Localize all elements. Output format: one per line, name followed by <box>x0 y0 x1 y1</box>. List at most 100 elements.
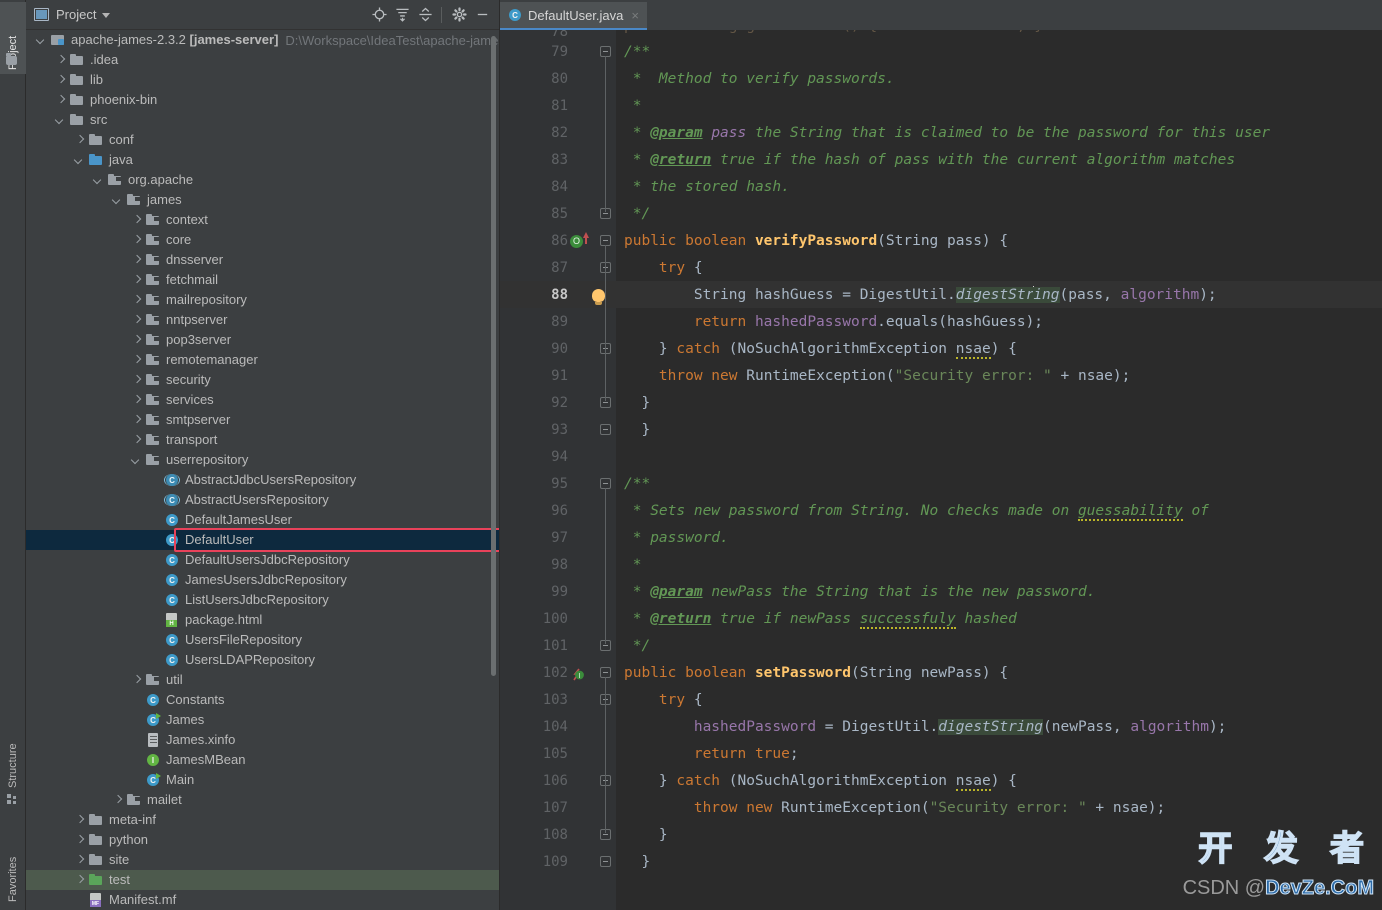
tree-item-phoenix-bin[interactable]: phoenix-bin <box>26 90 499 110</box>
code-line-94[interactable]: 94 <box>500 443 1382 470</box>
tree-item-smtpserver[interactable]: smtpserver <box>26 410 499 430</box>
tree-item-org-apache[interactable]: org.apache <box>26 170 499 190</box>
tree-item-defaultjamesuser[interactable]: DefaultJamesUser <box>26 510 499 530</box>
code-line-79[interactable]: 79 /** <box>500 38 1382 65</box>
tree-item-src[interactable]: src <box>26 110 499 130</box>
chevron-right-icon[interactable] <box>131 395 142 406</box>
project-tree-scrollbar[interactable] <box>489 30 498 910</box>
settings-gear-icon[interactable] <box>448 4 470 26</box>
code-line-104[interactable]: 104 hashedPassword = DigestUtil.digestSt… <box>500 713 1382 740</box>
code-line-93[interactable]: 93 } <box>500 416 1382 443</box>
chevron-right-icon[interactable] <box>55 75 66 86</box>
tree-item-python[interactable]: python <box>26 830 499 850</box>
fold-end-icon[interactable] <box>600 856 611 867</box>
tree-item-jamesmbean[interactable]: JamesMBean <box>26 750 499 770</box>
tree-item-security[interactable]: security <box>26 370 499 390</box>
code-line-83[interactable]: 83 * @return true if the hash of pass wi… <box>500 146 1382 173</box>
chevron-right-icon[interactable] <box>74 855 85 866</box>
implemented-method-icon[interactable]: I <box>570 665 586 681</box>
tree-item-meta-inf[interactable]: meta-inf <box>26 810 499 830</box>
tree-item-mailrepository[interactable]: mailrepository <box>26 290 499 310</box>
chevron-right-icon[interactable] <box>74 135 85 146</box>
code-line-98[interactable]: 98 * <box>500 551 1382 578</box>
chevron-right-icon[interactable] <box>131 235 142 246</box>
chevron-right-icon[interactable] <box>131 415 142 426</box>
tree-item-james-xinfo[interactable]: James.xinfo <box>26 730 499 750</box>
tree-item-test[interactable]: test <box>26 870 499 890</box>
tree-item-usersfilerepository[interactable]: UsersFileRepository <box>26 630 499 650</box>
code-line-86[interactable]: 86 Opublic boolean verifyPassword(String … <box>500 227 1382 254</box>
tree-item-jamesusersjdbcrepository[interactable]: JamesUsersJdbcRepository <box>26 570 499 590</box>
tree-item-package-html[interactable]: package.html <box>26 610 499 630</box>
code-line-88[interactable]: 88 String hashGuess = DigestUtil.digestS… <box>500 281 1382 308</box>
chevron-right-icon[interactable] <box>112 795 123 806</box>
tree-item-listusersjdbcrepository[interactable]: ListUsersJdbcRepository <box>26 590 499 610</box>
code-line-89[interactable]: 89 return hashedPassword.equals(hashGues… <box>500 308 1382 335</box>
chevron-right-icon[interactable] <box>131 355 142 366</box>
hide-panel-icon[interactable] <box>471 4 493 26</box>
chevron-down-icon[interactable] <box>131 455 142 466</box>
code-line-101[interactable]: 101 */ <box>500 632 1382 659</box>
tree-item-apache-james-2-3-2[interactable]: apache-james-2.3.2 [james-server] D:\Work… <box>26 30 499 50</box>
tree-item-conf[interactable]: conf <box>26 130 499 150</box>
tree-item-userrepository[interactable]: userrepository <box>26 450 499 470</box>
tree-item--idea[interactable]: .idea <box>26 50 499 70</box>
tree-item-fetchmail[interactable]: fetchmail <box>26 270 499 290</box>
project-tree[interactable]: apache-james-2.3.2 [james-server] D:\Work… <box>26 30 499 910</box>
code-viewport[interactable]: public String getUserName() { return use… <box>500 30 1382 910</box>
overriding-method-icon[interactable]: O <box>570 231 589 249</box>
tree-item-james[interactable]: James <box>26 710 499 730</box>
tree-item-constants[interactable]: Constants <box>26 690 499 710</box>
chevron-right-icon[interactable] <box>131 335 142 346</box>
code-line-91[interactable]: 91 throw new RuntimeException("Security … <box>500 362 1382 389</box>
code-line-105[interactable]: 105 return true; <box>500 740 1382 767</box>
code-line-99[interactable]: 99 * @param newPass the String that is t… <box>500 578 1382 605</box>
chevron-right-icon[interactable] <box>131 255 142 266</box>
chevron-right-icon[interactable] <box>131 295 142 306</box>
fold-end-icon[interactable] <box>600 424 611 435</box>
tree-item-core[interactable]: core <box>26 230 499 250</box>
code-line-106[interactable]: 106 } catch (NoSuchAlgorithmException ns… <box>500 767 1382 794</box>
tree-item-context[interactable]: context <box>26 210 499 230</box>
chevron-down-icon[interactable] <box>93 175 104 186</box>
chevron-right-icon[interactable] <box>55 95 66 106</box>
chevron-right-icon[interactable] <box>131 215 142 226</box>
code-line-103[interactable]: 103 try { <box>500 686 1382 713</box>
tree-item-dnsserver[interactable]: dnsserver <box>26 250 499 270</box>
code-line-102[interactable]: 102 Ipublic boolean setPassword(String ne… <box>500 659 1382 686</box>
tree-item-abstractjdbcusersrepository[interactable]: AbstractJdbcUsersRepository <box>26 470 499 490</box>
tree-item-pop3server[interactable]: pop3server <box>26 330 499 350</box>
code-line-82[interactable]: 82 * @param pass the String that is clai… <box>500 119 1382 146</box>
code-line-85[interactable]: 85 */ <box>500 200 1382 227</box>
code-line-81[interactable]: 81 * <box>500 92 1382 119</box>
chevron-right-icon[interactable] <box>55 55 66 66</box>
close-icon[interactable]: × <box>631 8 639 23</box>
tree-item-james[interactable]: james <box>26 190 499 210</box>
tree-item-mailet[interactable]: mailet <box>26 790 499 810</box>
tree-item-transport[interactable]: transport <box>26 430 499 450</box>
code-line-97[interactable]: 97 * password. <box>500 524 1382 551</box>
tree-item-defaultusersjdbcrepository[interactable]: DefaultUsersJdbcRepository <box>26 550 499 570</box>
chevron-right-icon[interactable] <box>131 435 142 446</box>
code-line-107[interactable]: 107 throw new RuntimeException("Security… <box>500 794 1382 821</box>
chevron-right-icon[interactable] <box>131 275 142 286</box>
code-line-90[interactable]: 90 } catch (NoSuchAlgorithmException nsa… <box>500 335 1382 362</box>
chevron-down-icon[interactable] <box>102 13 111 18</box>
tree-item-abstractusersrepository[interactable]: AbstractUsersRepository <box>26 490 499 510</box>
code-line-95[interactable]: 95 /** <box>500 470 1382 497</box>
tree-item-remotemanager[interactable]: remotemanager <box>26 350 499 370</box>
tree-item-usersldaprepository[interactable]: UsersLDAPRepository <box>26 650 499 670</box>
tree-item-nntpserver[interactable]: nntpserver <box>26 310 499 330</box>
tree-item-site[interactable]: site <box>26 850 499 870</box>
code-line-84[interactable]: 84 * the stored hash. <box>500 173 1382 200</box>
chevron-right-icon[interactable] <box>131 675 142 686</box>
tree-item-util[interactable]: util <box>26 670 499 690</box>
editor-tab-defaultuser-java[interactable]: DefaultUser.java × <box>500 2 647 30</box>
tree-item-manifest-mf[interactable]: Manifest.mf <box>26 890 499 910</box>
code-line-96[interactable]: 96 * Sets new password from String. No c… <box>500 497 1382 524</box>
code-line-87[interactable]: 87 try { <box>500 254 1382 281</box>
locate-icon[interactable] <box>368 4 390 26</box>
chevron-down-icon[interactable] <box>74 155 85 166</box>
code-line-92[interactable]: 92 } <box>500 389 1382 416</box>
tree-item-services[interactable]: services <box>26 390 499 410</box>
